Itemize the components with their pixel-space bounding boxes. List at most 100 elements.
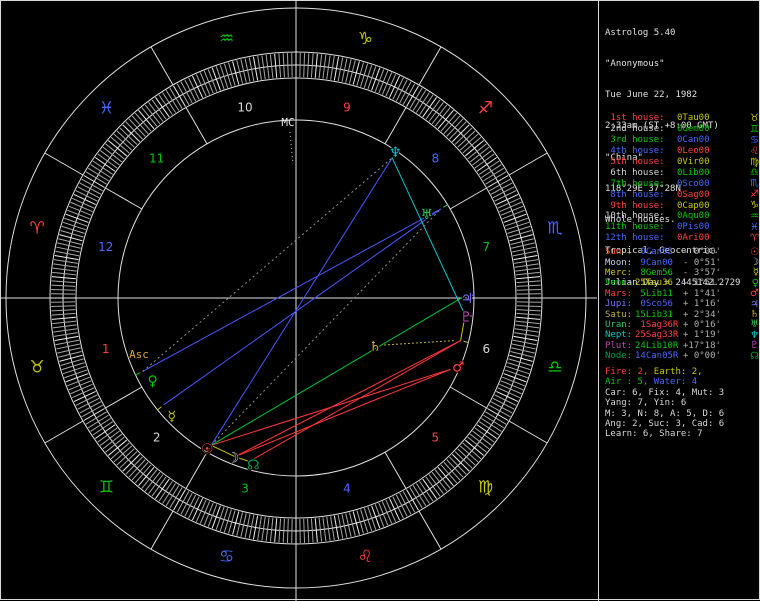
degree-tick <box>379 71 388 93</box>
planet-latitude: + 0°00' <box>681 351 746 361</box>
house-cusp-value: 0Can00 <box>671 135 746 145</box>
degree-tick <box>501 206 523 215</box>
sidebar-divider <box>598 1 599 601</box>
planet-row: Mars: 5Lib11+ 1°41'♂ <box>605 289 759 299</box>
house-sign-glyph: ♎ <box>746 167 759 178</box>
house-row: 2nd house:0Gem00♊ <box>605 124 759 135</box>
degree-tick <box>499 384 521 393</box>
house-row: 9th house:0Cap00♑ <box>605 200 759 211</box>
degree-tick <box>517 310 541 311</box>
tally-text: Learn: 6, Share: 7 <box>605 429 703 439</box>
sign-cusp-line <box>45 153 83 175</box>
planet-label: Sun : <box>605 247 635 257</box>
degree-tick <box>76 395 98 406</box>
degree-tick <box>501 381 523 390</box>
planet-glyph-satu: ♄ <box>369 339 382 355</box>
house-sign-glyph: ♌ <box>746 146 759 157</box>
house-number-11: 11 <box>149 152 164 166</box>
house-row: 3rd house:0Can00♋ <box>605 135 759 146</box>
house-cusp-value: 0Lib00 <box>671 168 746 178</box>
degree-tick <box>287 519 288 543</box>
planet-glyph-jupi: ♃ <box>461 291 474 307</box>
degree-tick <box>382 72 391 94</box>
planet-latitude: +17°18' <box>681 341 746 351</box>
chart-name: "Anonymous" <box>605 59 759 69</box>
tally-text: Water: 4 <box>654 377 697 387</box>
house-label: 2nd house: <box>605 124 671 134</box>
house-row: 4th house:0Leo00♌ <box>605 146 759 157</box>
info-sidebar: Astrolog 5.40 "Anonymous" Tue June 22, 1… <box>603 1 759 601</box>
planet-pointer-merc <box>158 407 162 410</box>
house-row: 12th house:0Ari00♈ <box>605 233 759 244</box>
house-number-7: 7 <box>482 240 490 254</box>
planet-position: 25Tau36 <box>635 278 681 288</box>
planet-latitude: + 1°19' <box>681 330 746 340</box>
degree-tick <box>396 495 407 516</box>
aspect-line-venu-uran <box>143 209 441 372</box>
degree-tick <box>379 503 388 525</box>
planet-row: Nept:25Sag33R+ 1°19'♆ <box>605 330 759 340</box>
degree-tick <box>63 366 86 373</box>
degree-tick <box>212 506 220 529</box>
degree-tick <box>220 65 227 88</box>
house-label: 3rd house: <box>605 135 671 145</box>
degree-tick <box>389 76 399 98</box>
sign-cusp-line <box>509 153 547 175</box>
planet-row: Sun : 0Can03- 0°00'☉ <box>605 247 759 257</box>
tally-row: Learn: 6, Share: 7 <box>605 429 759 439</box>
degree-tick <box>185 495 196 516</box>
degree-tick <box>502 210 524 219</box>
planet-pointer-venu <box>135 373 140 375</box>
house-label: 6th house: <box>605 168 671 178</box>
house-row: 11th house:0Pis00♓ <box>605 222 759 233</box>
house-sign-glyph: ♈ <box>746 233 759 244</box>
house-cusp-line <box>385 452 406 488</box>
degree-tick <box>192 498 202 520</box>
sign-glyph-leo: ♌ <box>358 547 373 567</box>
tally-row: Fire: 2, Earth: 2, <box>605 367 759 377</box>
planet-label: Venu: <box>605 278 635 288</box>
degree-tick <box>493 187 514 198</box>
sign-glyph-cancer: ♋ <box>219 547 234 567</box>
planet-row: Uran: 1Sag36R+ 0°16'♅ <box>605 320 759 330</box>
planet-label: Jupi: <box>605 299 635 309</box>
planet-position: 25Sag33R <box>635 330 681 340</box>
planet-glyph-moon: ☽ <box>227 451 240 467</box>
degree-tick <box>283 519 284 543</box>
degree-tick <box>76 191 98 202</box>
degree-tick <box>375 69 384 91</box>
degree-tick <box>212 68 220 91</box>
house-sign-glyph: ♊ <box>746 124 759 135</box>
house-label: 4th house: <box>605 146 671 156</box>
degree-tick <box>208 504 217 526</box>
house-label: 10th house: <box>605 211 671 221</box>
degree-tick <box>493 398 514 409</box>
degree-tick <box>364 508 371 531</box>
degree-tick <box>517 289 541 290</box>
degree-tick <box>506 366 529 373</box>
degree-tick <box>208 69 217 91</box>
degree-tick <box>78 187 99 198</box>
planet-position: 15Lib31 <box>635 310 681 320</box>
degree-tick <box>283 53 284 77</box>
degree-tick <box>51 289 75 290</box>
sign-glyph-aquarius: ♒ <box>219 29 234 49</box>
degree-tick <box>72 198 94 208</box>
planet-row-glyph: ☽ <box>746 257 759 268</box>
sign-glyph-virgo: ♍ <box>478 478 493 498</box>
degree-tick <box>62 363 85 370</box>
aspect-line-sun-nept <box>211 158 392 445</box>
chart-wheel: ☉☽☿♀♂♃♄♅♆♇☊♈♉♊♋♌♍♎♏♐♑♒♓123456789101112MC… <box>1 1 601 601</box>
sign-cusp-line <box>151 47 173 85</box>
planet-row-glyph: ♆ <box>746 330 759 341</box>
planet-label: Mars: <box>605 289 635 299</box>
planet-latitude: + 1°16' <box>681 299 746 309</box>
degree-tick <box>216 66 224 89</box>
house-row: 1st house:0Tau00♉ <box>605 113 759 124</box>
house-cusp-value: 0Aqu00 <box>671 211 746 221</box>
degree-tick <box>74 194 96 204</box>
degree-tick <box>67 210 89 219</box>
planet-label: Nept: <box>605 330 635 340</box>
degree-tick <box>66 214 89 222</box>
degree-tick <box>498 388 520 398</box>
